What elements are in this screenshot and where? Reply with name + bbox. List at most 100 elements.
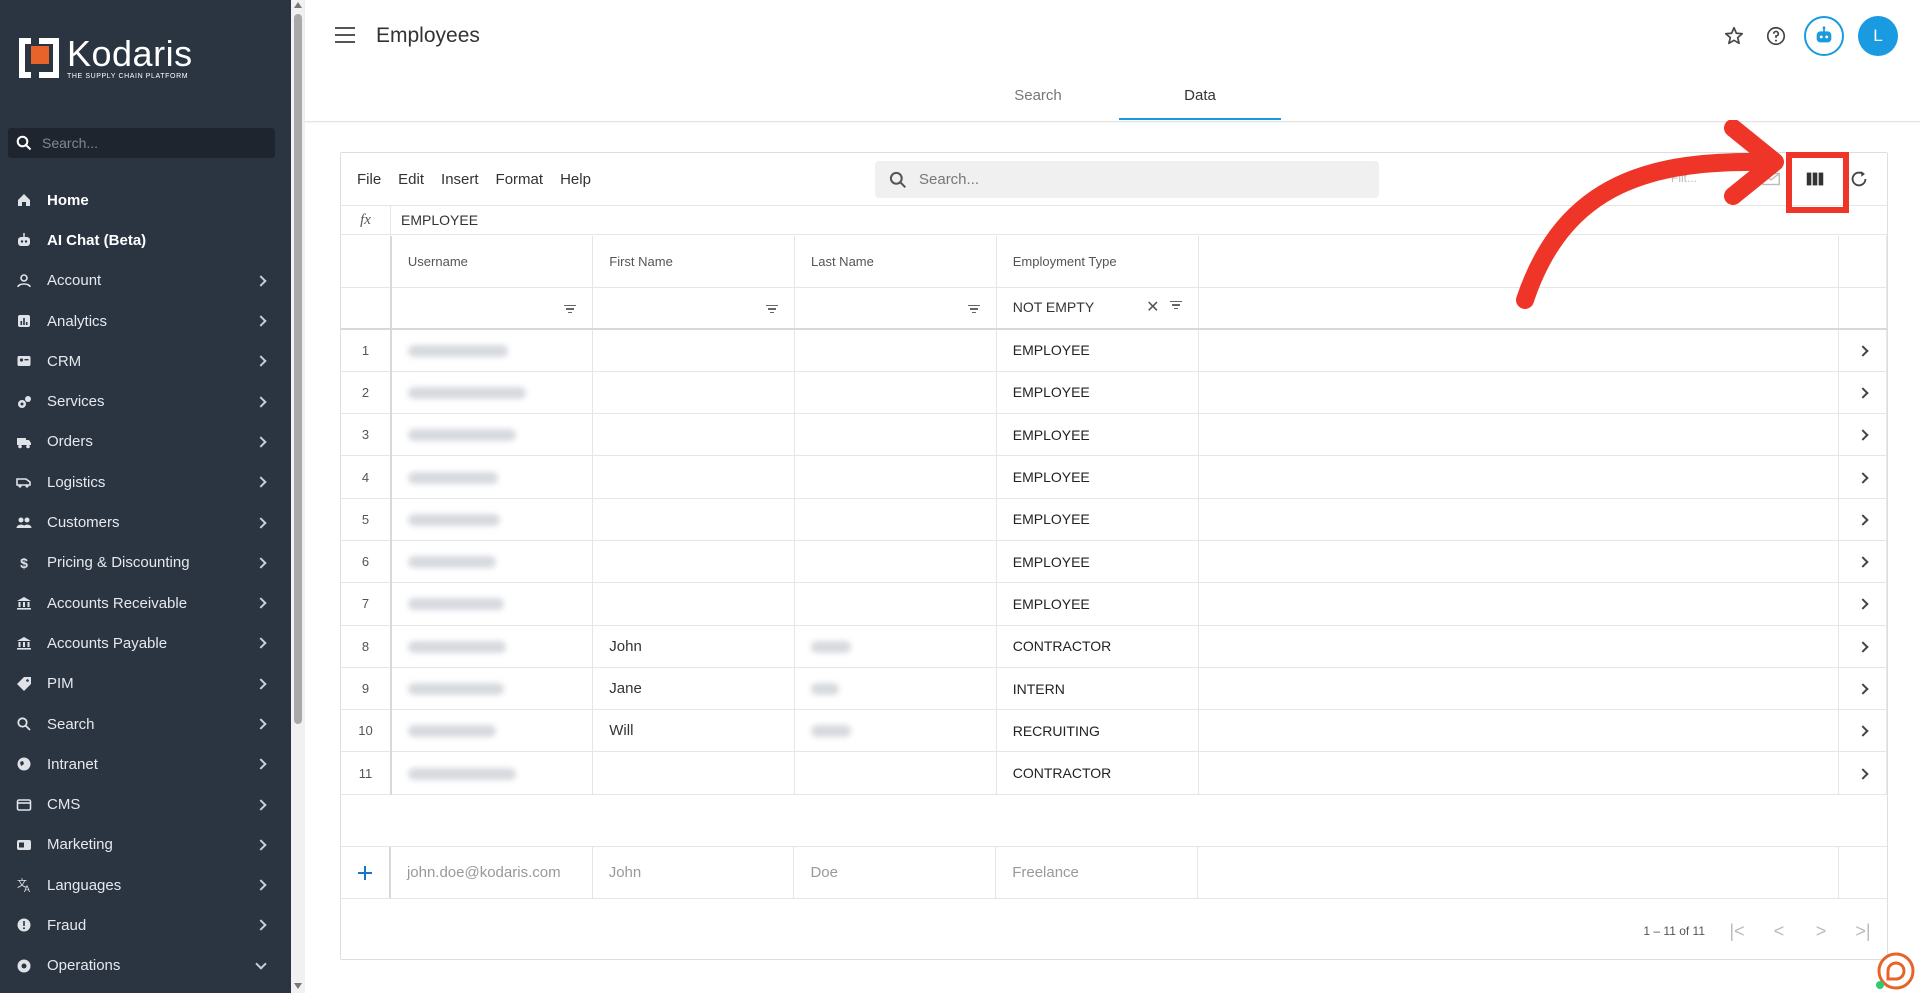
scroll-down-icon[interactable] — [294, 983, 302, 989]
help-icon[interactable] — [1762, 22, 1790, 50]
cell-first-name[interactable]: Will — [592, 709, 795, 753]
cell-username[interactable] — [390, 667, 594, 711]
cell-employment-type[interactable]: CONTRACTOR — [996, 625, 1199, 668]
add-row-button[interactable] — [341, 847, 391, 898]
sidebar-search-input[interactable] — [42, 135, 262, 151]
cell-last-name[interactable] — [794, 667, 997, 711]
cell-first-name[interactable] — [592, 582, 795, 626]
sidebar-item-account[interactable]: Account — [0, 261, 283, 301]
next-page-icon[interactable]: > — [1811, 921, 1831, 941]
chat-support-icon[interactable] — [1874, 949, 1916, 991]
menu-file[interactable]: File — [357, 171, 381, 188]
table-row[interactable]: 4 EMPLOYEE — [341, 455, 1887, 499]
filter-label[interactable]: Filt... — [1671, 171, 1697, 185]
sidebar-scrollbar[interactable] — [291, 0, 305, 993]
filter-employment-type[interactable]: NOT EMPTY ✕ — [996, 287, 1199, 330]
row-open-button[interactable] — [1838, 582, 1887, 626]
sidebar-item-accounts-payable[interactable]: Accounts Payable — [0, 623, 283, 663]
refresh-icon[interactable] — [1845, 165, 1873, 193]
row-open-button[interactable] — [1838, 625, 1887, 668]
row-open-button[interactable] — [1838, 455, 1887, 499]
cell-last-name[interactable] — [794, 709, 997, 753]
cell-last-name[interactable] — [794, 498, 997, 541]
sidebar-search[interactable] — [8, 128, 275, 158]
sidebar-item-accounts-receivable[interactable]: Accounts Receivable — [0, 583, 283, 623]
row-open-button[interactable] — [1838, 751, 1887, 795]
cell-employment-type[interactable]: EMPLOYEE — [996, 413, 1199, 457]
sidebar-item-services[interactable]: Services — [0, 381, 283, 421]
cell-last-name[interactable] — [794, 751, 997, 795]
formula-value[interactable]: EMPLOYEE — [401, 212, 478, 228]
tab-data[interactable]: Data — [1119, 84, 1281, 120]
table-row[interactable]: 2 EMPLOYEE — [341, 371, 1887, 415]
sidebar-item-search[interactable]: Search — [0, 704, 283, 744]
kodaris-logo[interactable]: Kodaris THE SUPPLY CHAIN PLATFORM — [17, 36, 193, 80]
sidebar-item-crm[interactable]: CRM — [0, 341, 283, 381]
cell-username[interactable] — [390, 413, 594, 457]
sidebar-item-cms[interactable]: CMS — [0, 784, 283, 824]
column-header-first-name[interactable]: First Name — [592, 236, 795, 288]
cell-username[interactable] — [390, 625, 594, 668]
cell-employment-type[interactable]: EMPLOYEE — [996, 540, 1199, 584]
grid-search-input[interactable] — [919, 171, 1359, 188]
row-open-button[interactable] — [1838, 498, 1887, 541]
sidebar-item-home[interactable]: Home — [0, 180, 283, 220]
filter-username[interactable] — [390, 287, 594, 330]
last-page-icon[interactable]: >| — [1853, 921, 1873, 941]
sidebar-item-logistics[interactable]: Logistics — [0, 462, 283, 502]
column-header-last-name[interactable]: Last Name — [794, 236, 997, 288]
email-icon[interactable] — [1757, 165, 1785, 193]
cell-employment-type[interactable]: EMPLOYEE — [996, 582, 1199, 626]
menu-help[interactable]: Help — [560, 171, 591, 188]
filter-icon[interactable] — [766, 304, 778, 313]
cell-first-name[interactable] — [592, 413, 795, 457]
menu-insert[interactable]: Insert — [441, 171, 479, 188]
filter-last-name[interactable] — [794, 287, 997, 330]
table-row[interactable]: 5 EMPLOYEE — [341, 498, 1887, 541]
filter-first-name[interactable] — [592, 287, 795, 330]
first-page-icon[interactable]: |< — [1727, 921, 1747, 941]
cell-last-name[interactable] — [794, 455, 997, 499]
sidebar-item-customers[interactable]: Customers — [0, 502, 283, 542]
ai-assistant-button[interactable] — [1804, 16, 1844, 56]
filter-icon[interactable] — [967, 304, 980, 313]
cell-last-name[interactable] — [794, 371, 997, 415]
cell-username[interactable] — [390, 582, 594, 626]
row-open-button[interactable] — [1838, 540, 1887, 584]
cell-last-name[interactable] — [794, 540, 997, 584]
menu-icon[interactable] — [335, 27, 355, 43]
cell-employment-type[interactable]: EMPLOYEE — [996, 329, 1199, 372]
sidebar-item-fraud[interactable]: Fraud — [0, 905, 283, 945]
table-row[interactable]: 6 EMPLOYEE — [341, 540, 1887, 584]
sidebar-item-pricing-discounting[interactable]: $ Pricing & Discounting — [0, 543, 283, 583]
cell-username[interactable] — [390, 329, 594, 372]
cell-employment-type[interactable]: CONTRACTOR — [996, 751, 1199, 795]
clear-filter-icon[interactable]: ✕ — [1146, 299, 1159, 317]
table-row[interactable]: 7 EMPLOYEE — [341, 582, 1887, 626]
prev-page-icon[interactable]: < — [1769, 921, 1789, 941]
cell-first-name[interactable] — [592, 329, 795, 372]
cell-employment-type[interactable]: EMPLOYEE — [996, 371, 1199, 415]
scroll-up-icon[interactable] — [294, 2, 302, 8]
cell-first-name[interactable] — [592, 540, 795, 584]
cell-first-name[interactable]: John — [592, 625, 795, 668]
table-row[interactable]: 10 Will RECRUITING — [341, 709, 1887, 753]
row-open-button[interactable] — [1838, 329, 1887, 372]
cell-last-name[interactable] — [794, 582, 997, 626]
sidebar-item-pim[interactable]: PIM — [0, 664, 283, 704]
row-open-button[interactable] — [1838, 413, 1887, 457]
scroll-thumb[interactable] — [294, 14, 302, 724]
sidebar-item-languages[interactable]: 文 A Languages — [0, 865, 283, 905]
filter-icon[interactable] — [1169, 300, 1182, 310]
table-row[interactable]: 8 John CONTRACTOR — [341, 625, 1887, 668]
cell-first-name[interactable] — [592, 751, 795, 795]
cell-username[interactable] — [390, 751, 594, 795]
grid-search[interactable] — [875, 161, 1379, 198]
cell-employment-type[interactable]: RECRUITING — [996, 709, 1199, 753]
cell-last-name[interactable] — [794, 329, 997, 372]
new-employment-type-field[interactable]: Freelance — [996, 847, 1198, 898]
cell-first-name[interactable] — [592, 498, 795, 541]
menu-format[interactable]: Format — [496, 171, 544, 188]
column-header-username[interactable]: Username — [390, 236, 594, 288]
filter-icon[interactable] — [564, 304, 577, 313]
